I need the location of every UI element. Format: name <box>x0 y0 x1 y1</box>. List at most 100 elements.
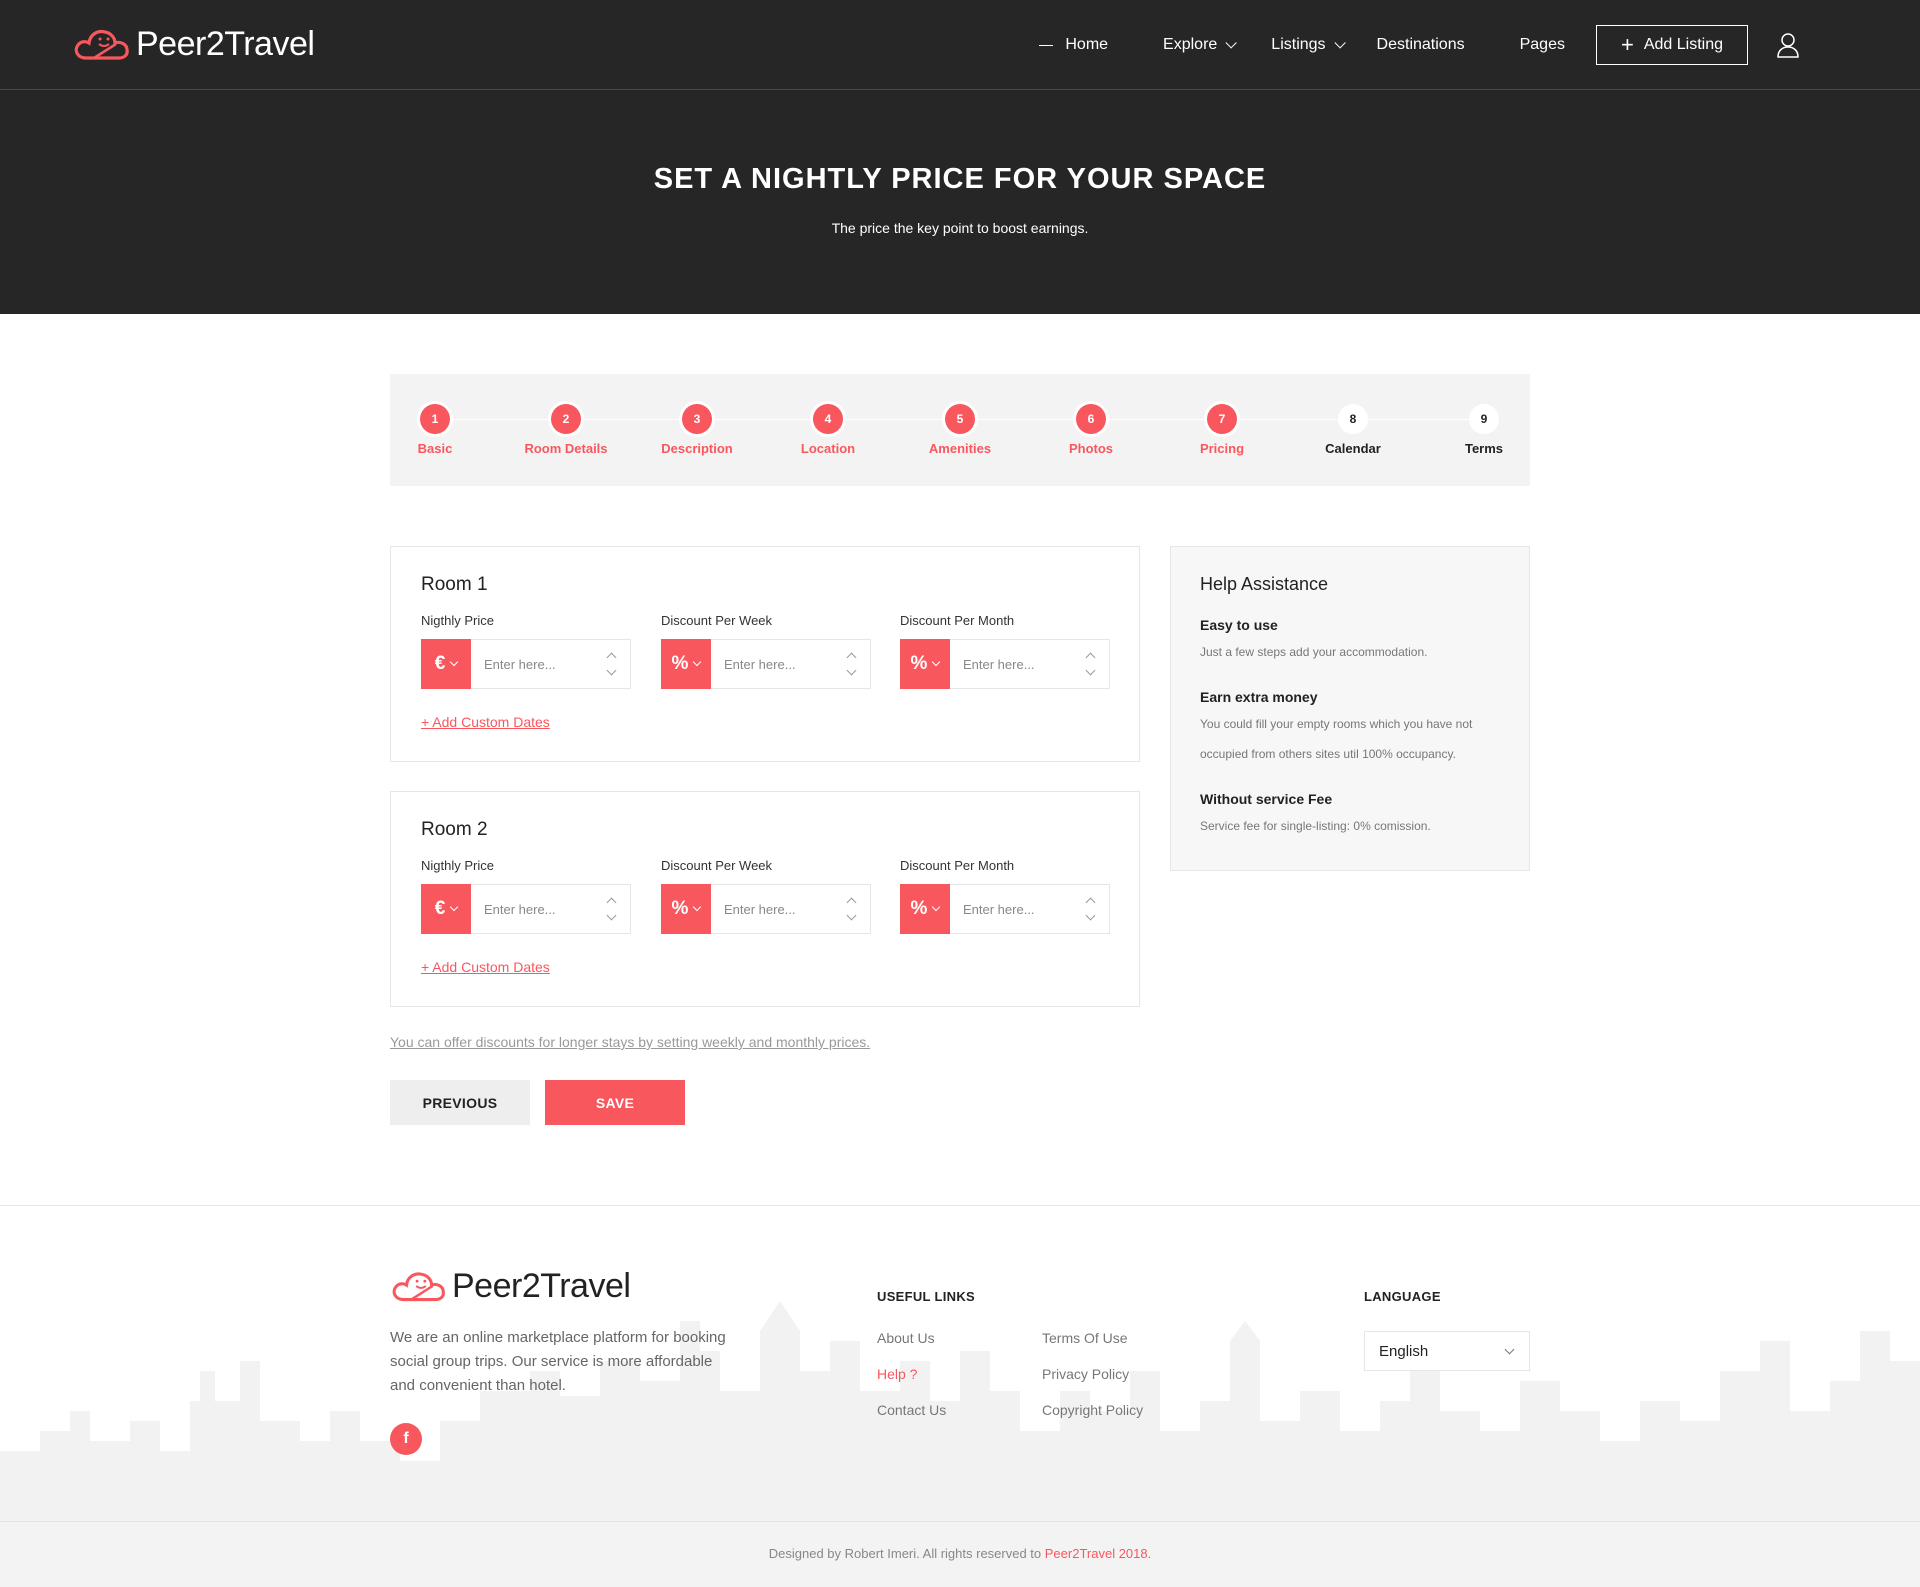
cloud-logo-icon <box>392 1272 445 1302</box>
chevron-down-icon <box>1334 37 1346 49</box>
cloud-logo-icon <box>74 29 129 60</box>
discount-week-field: Discount Per Week % <box>661 858 871 934</box>
add-custom-dates-link[interactable]: + Add Custom Dates <box>421 959 550 975</box>
unit-symbol: % <box>671 898 689 919</box>
useful-links-heading: USEFUL LINKS <box>877 1289 975 1304</box>
price-input-group: € <box>421 639 631 689</box>
footer-link-contact[interactable]: Contact Us <box>877 1402 946 1418</box>
step-terms[interactable]: 9 Terms <box>1424 404 1544 456</box>
previous-button[interactable]: PREVIOUS <box>390 1080 530 1125</box>
step-label: Terms <box>1464 441 1504 456</box>
help-item-title: Earn extra money <box>1200 689 1318 705</box>
stepper-down-icon[interactable] <box>606 910 616 921</box>
nav-home[interactable]: Home <box>1039 36 1108 54</box>
nav-explore-label: Explore <box>1163 36 1218 53</box>
stepper-up-icon[interactable] <box>846 897 856 908</box>
field-label: Discount Per Month <box>900 858 1015 873</box>
discount-week-input[interactable] <box>711 885 832 933</box>
unit-select[interactable]: % <box>661 639 711 689</box>
chevron-down-icon <box>1225 37 1238 49</box>
add-custom-dates-link[interactable]: + Add Custom Dates <box>421 714 550 730</box>
help-item-desc: Service fee for single-listing: 0% comis… <box>1200 819 1431 833</box>
chevron-down-icon <box>932 902 941 912</box>
step-location[interactable]: 4 Location <box>768 404 888 456</box>
add-listing-button[interactable]: + Add Listing <box>1595 25 1748 65</box>
stepper-down-icon[interactable] <box>846 665 856 676</box>
number-stepper[interactable] <box>832 640 870 688</box>
chevron-down-icon <box>693 902 702 912</box>
unit-symbol: % <box>671 653 689 674</box>
step-photos[interactable]: 6 Photos <box>1031 404 1151 456</box>
nav-listings[interactable]: Listings <box>1271 36 1346 54</box>
stepper-up-icon[interactable] <box>606 897 616 908</box>
footer-link-privacy[interactable]: Privacy Policy <box>1042 1366 1129 1382</box>
step-room-details[interactable]: 2 Room Details <box>506 404 626 456</box>
step-number: 2 <box>551 404 581 434</box>
nav-pages[interactable]: Pages <box>1520 36 1565 54</box>
save-button[interactable]: SAVE <box>545 1080 685 1125</box>
stepper-up-icon[interactable] <box>606 652 616 663</box>
footer-link-about[interactable]: About Us <box>877 1330 935 1346</box>
discount-month-input[interactable] <box>950 885 1071 933</box>
site-logo[interactable]: Peer2Travel <box>72 24 315 64</box>
discount-week-input[interactable] <box>711 640 832 688</box>
nightly-price-input[interactable] <box>471 640 592 688</box>
unit-select[interactable]: % <box>900 639 950 689</box>
unit-select[interactable]: % <box>900 884 950 934</box>
nightly-price-input[interactable] <box>471 885 592 933</box>
step-number: 4 <box>813 404 843 434</box>
copyright-brand-link[interactable]: Peer2Travel 2018 <box>1045 1546 1148 1561</box>
step-pricing[interactable]: 7 Pricing <box>1162 404 1282 456</box>
step-label: Location <box>800 441 856 456</box>
help-item-title: Easy to use <box>1200 617 1278 633</box>
footer-logo[interactable]: Peer2Travel <box>390 1266 631 1306</box>
help-title: Help Assistance <box>1200 574 1329 594</box>
discount-hint-link[interactable]: You can offer discounts for longer stays… <box>390 1034 870 1050</box>
currency-select[interactable]: € <box>421 639 471 689</box>
footer-link-copyright[interactable]: Copyright Policy <box>1042 1402 1143 1418</box>
top-navbar: Peer2Travel Home Explore Listings Destin… <box>0 0 1920 90</box>
wizard-steps: 1 Basic 2 Room Details 3 Description 4 Locat… <box>390 374 1530 486</box>
price-input-group: % <box>900 639 1110 689</box>
currency-symbol: € <box>434 898 446 919</box>
stepper-down-icon[interactable] <box>1085 910 1095 921</box>
step-basic[interactable]: 1 Basic <box>375 404 495 456</box>
price-input-group: % <box>661 639 871 689</box>
step-number: 9 <box>1469 404 1499 434</box>
facebook-icon[interactable]: f <box>390 1423 422 1455</box>
stepper-down-icon[interactable] <box>606 665 616 676</box>
main-nav: Home Explore Listings Destinations Pages… <box>984 25 1800 65</box>
step-calendar[interactable]: 8 Calendar <box>1293 404 1413 456</box>
footer-link-help[interactable]: Help ? <box>877 1366 917 1382</box>
step-number: 8 <box>1338 404 1368 434</box>
number-stepper[interactable] <box>832 885 870 933</box>
step-label: Room Details <box>524 441 608 456</box>
number-stepper[interactable] <box>592 640 630 688</box>
number-stepper[interactable] <box>592 885 630 933</box>
language-value: English <box>1379 1342 1429 1360</box>
nav-destinations[interactable]: Destinations <box>1377 36 1465 54</box>
stepper-down-icon[interactable] <box>846 910 856 921</box>
language-select[interactable]: English <box>1364 1331 1530 1371</box>
field-label: Nigthly Price <box>421 858 494 873</box>
nav-explore[interactable]: Explore <box>1163 36 1238 54</box>
currency-select[interactable]: € <box>421 884 471 934</box>
stepper-down-icon[interactable] <box>1085 665 1095 676</box>
step-description[interactable]: 3 Description <box>637 404 757 456</box>
stepper-up-icon[interactable] <box>1085 897 1095 908</box>
number-stepper[interactable] <box>1071 640 1109 688</box>
help-item: Easy to use Just a few steps add your ac… <box>1200 617 1504 667</box>
discount-month-field: Discount Per Month % <box>900 858 1110 934</box>
stepper-up-icon[interactable] <box>846 652 856 663</box>
discount-month-input[interactable] <box>950 640 1071 688</box>
number-stepper[interactable] <box>1071 885 1109 933</box>
language-heading: LANGUAGE <box>1364 1289 1441 1304</box>
unit-select[interactable]: % <box>661 884 711 934</box>
step-amenities[interactable]: 5 Amenities <box>900 404 1020 456</box>
step-number: 5 <box>945 404 975 434</box>
copyright-suffix: . <box>1147 1546 1152 1561</box>
footer-link-terms[interactable]: Terms Of Use <box>1042 1330 1128 1346</box>
room-title: Room 2 <box>421 819 488 840</box>
stepper-up-icon[interactable] <box>1085 652 1095 663</box>
user-icon[interactable] <box>1776 32 1800 58</box>
